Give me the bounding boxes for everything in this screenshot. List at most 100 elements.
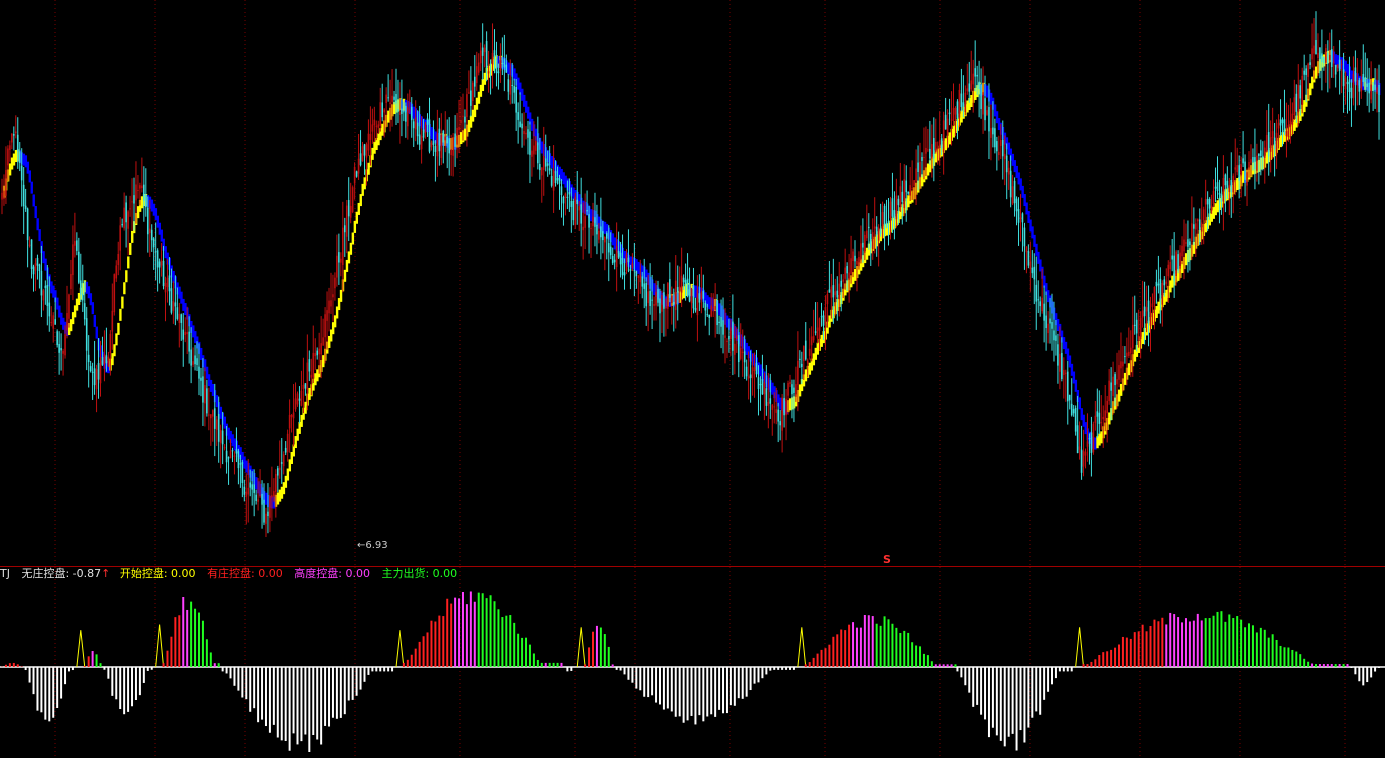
candle-body — [1029, 261, 1032, 269]
candle-body — [282, 454, 285, 467]
candle-body — [1047, 323, 1049, 334]
candle-body — [9, 145, 11, 150]
candle-body — [1163, 279, 1166, 286]
candle-body — [696, 289, 699, 316]
candle-body — [938, 140, 941, 148]
candle-body — [966, 88, 969, 92]
candle-body — [631, 263, 634, 268]
candle-body — [1374, 84, 1376, 90]
candle-body — [470, 90, 472, 106]
candle-body — [1001, 139, 1004, 157]
candle-body — [393, 96, 395, 100]
candle-body — [525, 132, 527, 135]
oscillator-chart[interactable] — [0, 567, 1385, 758]
candle-body — [26, 208, 29, 241]
candle-body — [1330, 49, 1333, 68]
candle-body — [921, 157, 923, 161]
candle-body — [247, 487, 250, 495]
candle-body — [1009, 170, 1012, 198]
candle-body — [16, 134, 19, 152]
candle-body — [233, 455, 236, 457]
candle-body — [1206, 198, 1209, 205]
candle-body — [550, 175, 553, 186]
candle-body — [781, 397, 783, 431]
candle-body — [724, 335, 726, 338]
candle-body — [801, 363, 803, 368]
candle-body — [737, 335, 740, 363]
candle-body — [722, 320, 724, 335]
candle-body — [1336, 64, 1339, 69]
candle-body — [797, 360, 799, 385]
candle-body — [273, 491, 275, 497]
candle-body — [1295, 93, 1298, 112]
candle-body — [481, 47, 484, 56]
ribbon-segment — [129, 242, 132, 255]
candle-body — [42, 290, 45, 301]
candle-body — [810, 336, 813, 346]
candle-body — [7, 148, 9, 166]
candle-body — [875, 226, 878, 236]
candle-body — [1143, 306, 1146, 317]
candle-body — [702, 291, 705, 299]
candle-body — [1092, 424, 1095, 453]
candle-body — [635, 270, 638, 276]
candle-body — [448, 138, 450, 154]
candle-body — [665, 306, 667, 309]
candle-body — [1191, 223, 1193, 241]
candle-body — [1226, 180, 1229, 188]
candle-body — [529, 131, 531, 155]
candle-body — [477, 62, 480, 73]
candle-body — [375, 125, 378, 127]
price-chart[interactable] — [0, 0, 1385, 566]
candle-body — [1263, 147, 1266, 158]
candle-body — [103, 354, 106, 365]
candle-body — [736, 335, 738, 340]
candle-body — [204, 385, 206, 404]
candle-body — [442, 130, 445, 143]
candle-body — [40, 270, 43, 296]
candle-body — [609, 246, 612, 256]
candle-body — [791, 384, 793, 395]
candle-body — [200, 377, 202, 381]
candle-body — [607, 243, 610, 253]
candle-body — [1131, 324, 1134, 348]
candle-body — [623, 272, 626, 276]
candle-body — [1063, 370, 1065, 376]
candle-body — [505, 64, 508, 73]
candle-body — [602, 231, 604, 241]
candle-body — [1090, 432, 1093, 453]
candle-body — [418, 134, 421, 145]
candle-body — [44, 285, 47, 288]
candle-body — [1169, 261, 1172, 270]
candle-body — [531, 150, 533, 157]
candle-body — [615, 245, 618, 268]
candle-body — [1065, 372, 1067, 374]
candle-body — [115, 265, 118, 279]
candle-body — [93, 368, 96, 386]
candle-body — [1234, 167, 1237, 170]
ribbon-segment — [30, 181, 33, 194]
candle-body — [704, 302, 707, 311]
candle-body — [1102, 416, 1105, 420]
candle-body — [215, 419, 218, 430]
candle-body — [513, 86, 515, 93]
candle-body — [324, 314, 326, 338]
candle-body — [940, 138, 943, 149]
candle-body — [775, 409, 778, 413]
candle-body — [625, 254, 628, 271]
candle-body — [982, 92, 984, 115]
candle-body — [1328, 54, 1331, 61]
candle-body — [493, 50, 496, 58]
candle-body — [866, 230, 868, 239]
candle-body — [188, 331, 190, 352]
candle-body — [836, 290, 839, 298]
candle-body — [759, 384, 762, 386]
candle-body — [83, 303, 86, 320]
candle-body — [408, 109, 411, 111]
candle-body — [1305, 68, 1307, 75]
candle-body — [523, 130, 525, 135]
candle-body — [373, 119, 376, 126]
candle-body — [395, 94, 397, 104]
candle-body — [255, 494, 257, 501]
candle-body — [960, 93, 963, 107]
